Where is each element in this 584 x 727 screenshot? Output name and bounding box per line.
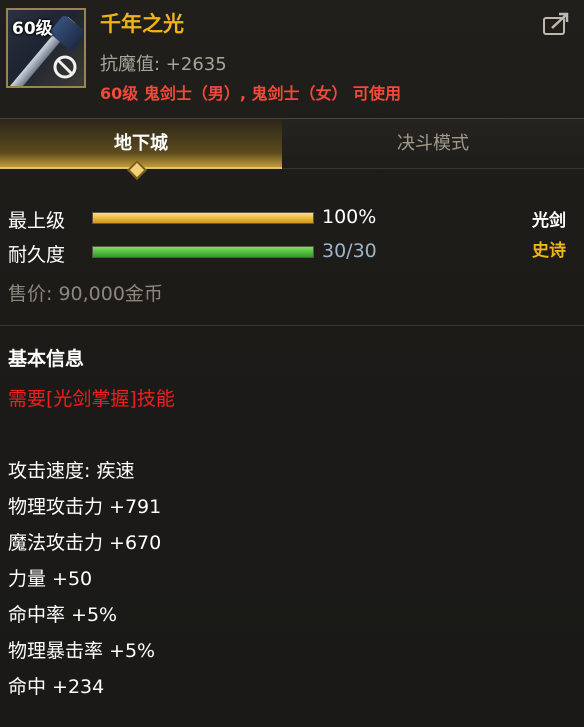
- upgrade-bar: [92, 212, 314, 224]
- basic-info-title: 基本信息: [8, 348, 85, 370]
- no-entry-icon: [53, 55, 77, 79]
- rarity-label: 史诗: [532, 241, 566, 261]
- durability-label: 耐久度: [8, 244, 66, 266]
- attribute-physical-crit: 物理暴击率 +5%: [8, 640, 156, 662]
- attribute-magic-attack: 魔法攻击力 +670: [8, 532, 162, 554]
- item-level-badge: 60级: [12, 19, 53, 39]
- upgrade-label: 最上级: [8, 210, 66, 232]
- upgrade-value: 100%: [322, 206, 377, 228]
- attribute-hit-rate: 命中率 +5%: [8, 604, 118, 626]
- durability-bar-fill: [93, 247, 313, 257]
- upgrade-bar-fill: [93, 213, 313, 223]
- weapon-type: 光剑: [532, 211, 566, 231]
- item-name: 千年之光: [100, 12, 184, 36]
- attribute-attack-speed: 攻击速度: 疾速: [8, 460, 135, 482]
- attribute-accuracy: 命中 +234: [8, 676, 105, 698]
- sell-price: 售价: 90,000金币: [8, 283, 163, 305]
- item-thumbnail: 60级: [6, 8, 86, 88]
- usable-by-requirement: 60级 鬼剑士（男）, 鬼剑士（女） 可使用: [100, 84, 402, 103]
- attribute-strength: 力量 +50: [8, 568, 93, 590]
- tab-pvp-mode[interactable]: 决斗模式: [282, 119, 584, 169]
- section-divider: [0, 325, 584, 326]
- magic-resist-value: 抗魔值: +2635: [100, 54, 227, 75]
- durability-bar: [92, 246, 314, 258]
- item-tooltip-panel: 60级 千年之光 抗魔值: +2635 60级 鬼剑士（男）, 鬼剑士（女） 可…: [0, 0, 584, 727]
- durability-value: 30/30: [322, 240, 377, 262]
- share-export-icon[interactable]: [542, 12, 570, 36]
- skill-requirement: 需要[光剑掌握]技能: [8, 388, 175, 410]
- mode-tabs: 地下城 决斗模式: [0, 118, 584, 171]
- tab-dungeon[interactable]: 地下城: [0, 119, 282, 169]
- attribute-physical-attack: 物理攻击力 +791: [8, 496, 162, 518]
